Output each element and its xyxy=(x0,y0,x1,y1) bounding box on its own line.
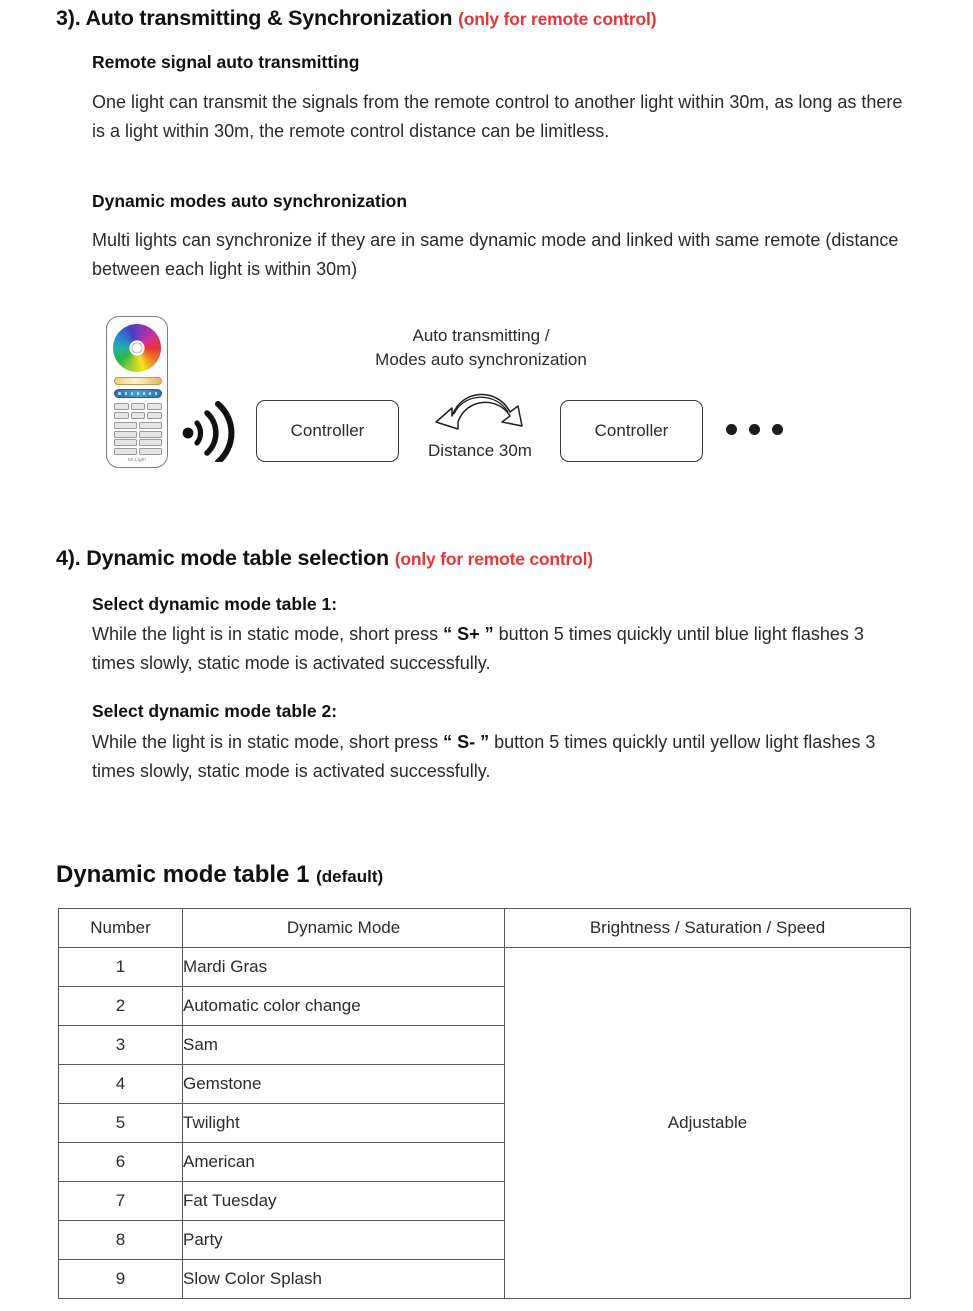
more-controllers-ellipsis xyxy=(726,424,783,435)
cell-number: 4 xyxy=(58,1064,183,1104)
table-header-row: Number Dynamic Mode Brightness / Saturat… xyxy=(58,908,911,948)
table-title-main: Dynamic mode table 1 xyxy=(56,861,310,888)
cell-number: 8 xyxy=(58,1220,183,1260)
distance-label: Distance 30m xyxy=(428,441,532,460)
remote-signal-auto-transmitting-body: One light can transmit the signals from … xyxy=(92,92,903,141)
section-4-title: Dynamic mode table selection xyxy=(86,546,389,570)
dynamic-modes-auto-synchronization-body: Multi lights can synchronize if they are… xyxy=(92,230,899,279)
dynamic-mode-table: Number Dynamic Mode Brightness / Saturat… xyxy=(58,908,911,1299)
cell-number: 2 xyxy=(58,986,183,1026)
table-1-key-label: “ S+ ” xyxy=(443,624,494,644)
brightness-slider-bar xyxy=(114,377,162,385)
section-3-note: (only for remote control) xyxy=(458,9,657,29)
cell-dynamic-mode: Automatic color change xyxy=(182,986,505,1026)
controller-box-left: Controller xyxy=(256,400,399,462)
cell-number: 7 xyxy=(58,1181,183,1221)
column-header-brightness-saturation-speed: Brightness / Saturation / Speed xyxy=(504,908,911,948)
cell-dynamic-mode: American xyxy=(182,1142,505,1182)
select-mode-table-1-body: While the light is in static mode, short… xyxy=(92,620,882,678)
wireless-signal-icon xyxy=(180,398,236,465)
remote-control-illustration: Mi·Light xyxy=(106,316,168,468)
color-wheel-icon xyxy=(113,324,161,372)
cell-number: 6 xyxy=(58,1142,183,1182)
column-header-number: Number xyxy=(58,908,183,948)
cell-dynamic-mode: Slow Color Splash xyxy=(182,1259,505,1299)
remote-brand-logo: Mi·Light xyxy=(128,457,146,462)
select-mode-table-2-heading: Select dynamic mode table 2: xyxy=(92,701,338,721)
controller-box-right: Controller xyxy=(560,400,703,462)
diagram-caption: Auto transmitting / Modes auto synchroni… xyxy=(336,324,626,372)
table-row: 1 Mardi Gras Adjustable xyxy=(58,947,911,1299)
cell-number: 3 xyxy=(58,1025,183,1065)
dynamic-modes-auto-synchronization-heading: Dynamic modes auto synchronization xyxy=(92,191,408,211)
column-header-dynamic-mode: Dynamic Mode xyxy=(182,908,505,948)
remote-zone-button-grid xyxy=(114,403,162,419)
cell-dynamic-mode: Mardi Gras xyxy=(182,947,505,987)
section-4-number: 4). xyxy=(56,546,81,570)
section-3-number: 3). xyxy=(56,6,81,30)
dynamic-mode-table-title: Dynamic mode table 1 (default) xyxy=(56,861,383,889)
bidirectional-arc-arrow-icon xyxy=(432,378,528,430)
remote-mode-button-grid xyxy=(114,422,162,455)
select-mode-table-2-body: While the light is in static mode, short… xyxy=(92,728,882,786)
table-2-body-pre: While the light is in static mode, short… xyxy=(92,732,444,752)
cell-dynamic-mode: Sam xyxy=(182,1025,505,1065)
table-2-key-label: “ S- ” xyxy=(443,732,490,752)
cell-number: 5 xyxy=(58,1103,183,1143)
section-3-title: Auto transmitting & Synchronization xyxy=(85,6,453,30)
cell-adjustable-merged: Adjustable xyxy=(504,947,911,1299)
remote-signal-auto-transmitting-heading: Remote signal auto transmitting xyxy=(92,52,360,72)
cell-number: 9 xyxy=(58,1259,183,1299)
table-1-body-pre: While the light is in static mode, short… xyxy=(92,624,444,644)
cell-dynamic-mode: Fat Tuesday xyxy=(182,1181,505,1221)
cell-number: 1 xyxy=(58,947,183,987)
cell-dynamic-mode: Twilight xyxy=(182,1103,505,1143)
table-title-note: (default) xyxy=(316,867,384,886)
diagram-caption-line-1: Auto transmitting / xyxy=(412,326,550,345)
cell-dynamic-mode: Gemstone xyxy=(182,1064,505,1104)
section-3-heading: 3). Auto transmitting & Synchronization … xyxy=(56,6,657,31)
select-mode-table-1-heading: Select dynamic mode table 1: xyxy=(92,594,338,614)
section-4-note: (only for remote control) xyxy=(394,549,593,569)
saturation-slider-bar xyxy=(114,389,162,398)
section-4-heading: 4). Dynamic mode table selection (only f… xyxy=(56,546,593,571)
diagram-caption-line-2: Modes auto synchronization xyxy=(375,350,587,369)
cell-dynamic-mode: Party xyxy=(182,1220,505,1260)
